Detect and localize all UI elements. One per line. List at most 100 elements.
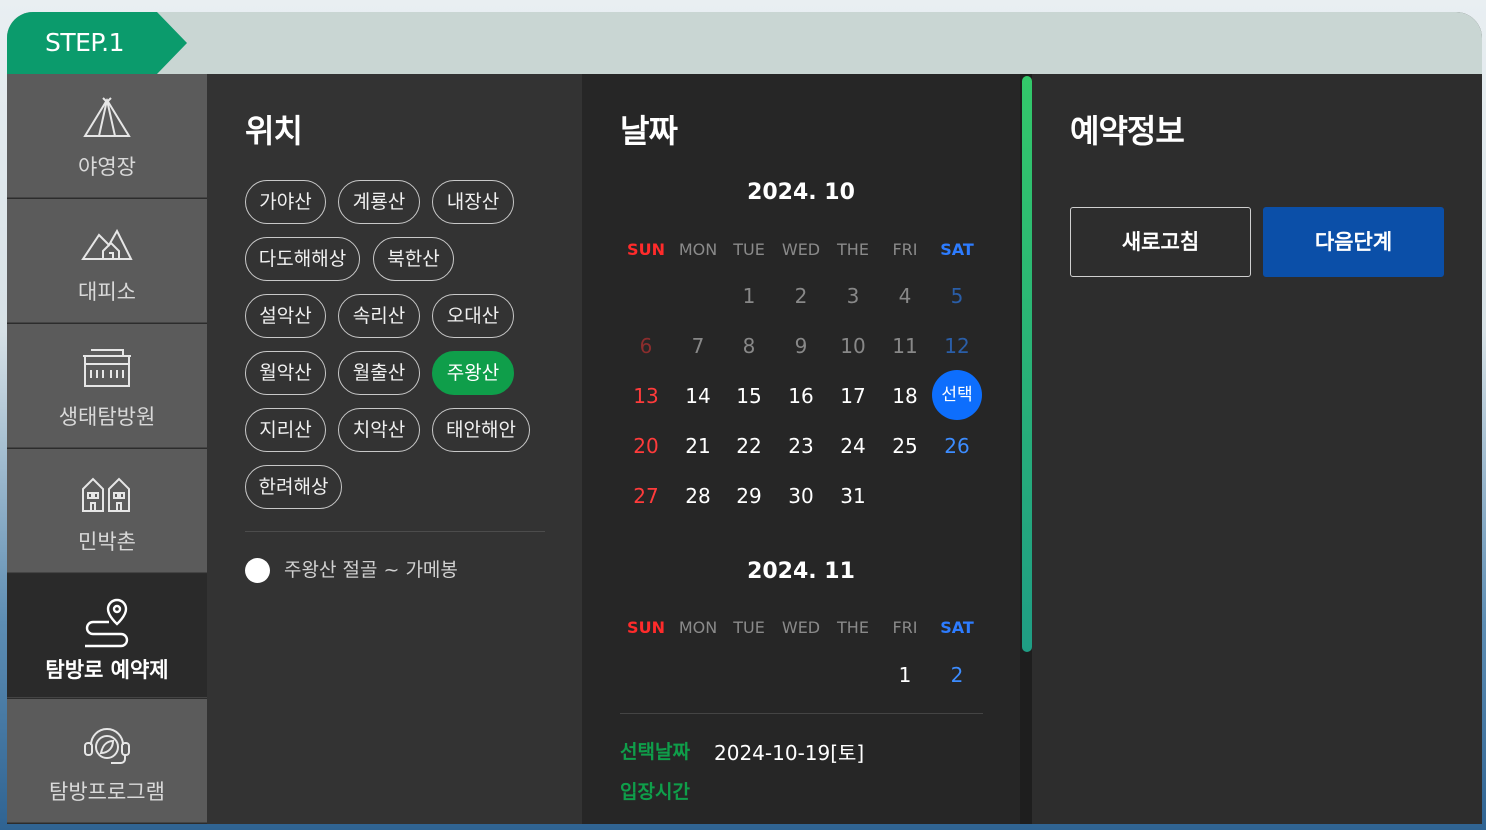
calendar-day[interactable]: 1 [879,663,931,687]
reservation-panel: STEP.1 야영장 대피소 생태탐방원 민박촌 탐방로 예약제 탐방프로그램 … [7,12,1482,824]
calendar-day[interactable]: 5 [931,284,983,308]
location-panel: 위치 가야산 계룡산 내장산 다도해해상 북한산 설악산 속리산 오대산 월악산… [207,74,582,824]
calendar-day[interactable]: 21 [672,434,724,458]
chip-bukhansan[interactable]: 북한산 [373,237,454,281]
weekday-sun: SUN [627,240,665,259]
chip-chiaksan[interactable]: 치악산 [338,408,420,452]
calendar-day[interactable]: 18 [879,384,931,408]
divider [620,713,983,714]
calendar-day[interactable]: 30 [775,484,827,508]
chip-gayasan[interactable]: 가야산 [245,180,326,224]
month-title-oct: 2024. 10 [747,180,855,205]
weekday-tue: TUE [733,618,765,637]
calendar-day[interactable]: 26 [931,434,983,458]
calendar-day[interactable]: 14 [672,384,724,408]
sidebar-item-eco-center[interactable]: 생태탐방원 [7,324,207,448]
sidebar-item-shelter[interactable]: 대피소 [7,199,207,323]
calendar-day[interactable]: 23 [775,434,827,458]
tent-icon [83,97,131,137]
shelter-icon [81,228,133,260]
selected-date-value: 2024-10-19[토] [714,741,865,765]
calendar-day[interactable]: 16 [775,384,827,408]
sidebar-item-label: 야영장 [78,155,136,179]
sidebar-item-program[interactable]: 탐방프로그램 [7,699,207,823]
weekday-wed: WED [781,240,821,259]
calendar-day[interactable]: 15 [723,384,775,408]
sidebar-item-trail-reservation[interactable]: 탐방로 예약제 [7,574,207,698]
chip-wolchulsan[interactable]: 월출산 [338,351,420,395]
month-title-nov: 2024. 11 [747,559,855,584]
date-title: 날짜 [620,112,678,150]
weekday-fri: FRI [892,618,918,637]
calendar-day[interactable]: 22 [723,434,775,458]
sidebar-item-guesthouse[interactable]: 민박촌 [7,449,207,573]
route-radio[interactable] [245,558,270,583]
chip-songnisan[interactable]: 속리산 [338,294,420,338]
calendar-day[interactable]: 10 [827,334,879,358]
chip-naejangsan[interactable]: 내장산 [432,180,514,224]
calendar-day[interactable]: 11 [879,334,931,358]
sidebar-item-label: 탐방프로그램 [49,780,165,804]
calendar-day[interactable]: 31 [827,484,879,508]
calendar-day[interactable]: 9 [775,334,827,358]
reservation-title: 예약정보 [1070,112,1185,150]
calendar-day[interactable]: 1 [723,284,775,308]
reservation-info-panel: 예약정보 새로고침 다음단계 [1032,74,1482,824]
sidebar-item-label: 생태탐방원 [58,405,156,429]
calendar-day[interactable]: 6 [620,334,672,358]
location-title: 위치 [245,112,303,150]
calendar-day[interactable]: 29 [723,484,775,508]
calendar-day[interactable]: 3 [827,284,879,308]
calendar-day-selected[interactable]: 선택 [932,370,982,420]
date-panel: 날짜 2024. 10 SUN MON TUE WED THE FRI SAT 1 2 3 4 5 6 7… [582,74,1032,824]
route-pin-icon [85,598,129,648]
scrollbar-thumb[interactable] [1022,76,1032,652]
chip-taean[interactable]: 태안해안 [432,408,530,452]
chip-woraksan[interactable]: 월악산 [245,351,326,395]
weekday-tue: TUE [733,240,765,259]
next-step-button[interactable]: 다음단계 [1263,207,1444,277]
calendar-day[interactable]: 12 [931,334,983,358]
divider [245,531,545,532]
step-bar: STEP.1 [7,12,1482,74]
weekday-mon: MON [678,240,718,259]
chip-juwangsan-selected[interactable]: 주왕산 [432,351,514,395]
sidebar-item-label: 대피소 [78,280,136,304]
calendar-day[interactable]: 13 [620,384,672,408]
calendar-day[interactable]: 27 [620,484,672,508]
calendar-day[interactable]: 25 [879,434,931,458]
calendar-day[interactable]: 7 [672,334,724,358]
refresh-button[interactable]: 새로고침 [1070,207,1251,277]
sidebar-item-label: 탐방로 예약제 [45,658,169,682]
chip-gyeryongsan[interactable]: 계룡산 [338,180,420,224]
category-sidebar: 야영장 대피소 생태탐방원 민박촌 탐방로 예약제 탐방프로그램 [7,74,207,824]
weekday-mon: MON [678,618,718,637]
chip-jirisan[interactable]: 지리산 [245,408,326,452]
weekday-sun: SUN [627,618,665,637]
leaf-headset-icon [84,728,130,764]
calendar-day[interactable]: 2 [931,663,983,687]
weekday-fri: FRI [892,240,918,259]
selected-date-label: 선택날짜 [620,741,690,763]
calendar-day[interactable]: 20 [620,434,672,458]
chip-seoraksan[interactable]: 설악산 [245,294,326,338]
houses-icon [82,477,130,512]
sidebar-item-label: 민박촌 [78,530,136,554]
weekday-sat: SAT [940,618,974,637]
route-label[interactable]: 주왕산 절골 ~ 가메봉 [284,558,458,583]
chip-odaesan[interactable]: 오대산 [432,294,514,338]
calendar-day[interactable]: 4 [879,284,931,308]
chip-dadohae[interactable]: 다도해해상 [245,237,360,281]
calendar-day[interactable]: 24 [827,434,879,458]
calendar-day[interactable]: 8 [723,334,775,358]
step-indicator: STEP.1 [7,12,187,74]
sidebar-item-campsite[interactable]: 야영장 [7,74,207,198]
building-icon [83,349,131,387]
calendar-day[interactable]: 17 [827,384,879,408]
weekday-the: THE [837,240,869,259]
weekday-sat: SAT [940,240,974,259]
entry-time-label: 입장시간 [620,781,690,803]
calendar-day[interactable]: 2 [775,284,827,308]
chip-hallyeo[interactable]: 한려해상 [245,465,342,509]
calendar-day[interactable]: 28 [672,484,724,508]
